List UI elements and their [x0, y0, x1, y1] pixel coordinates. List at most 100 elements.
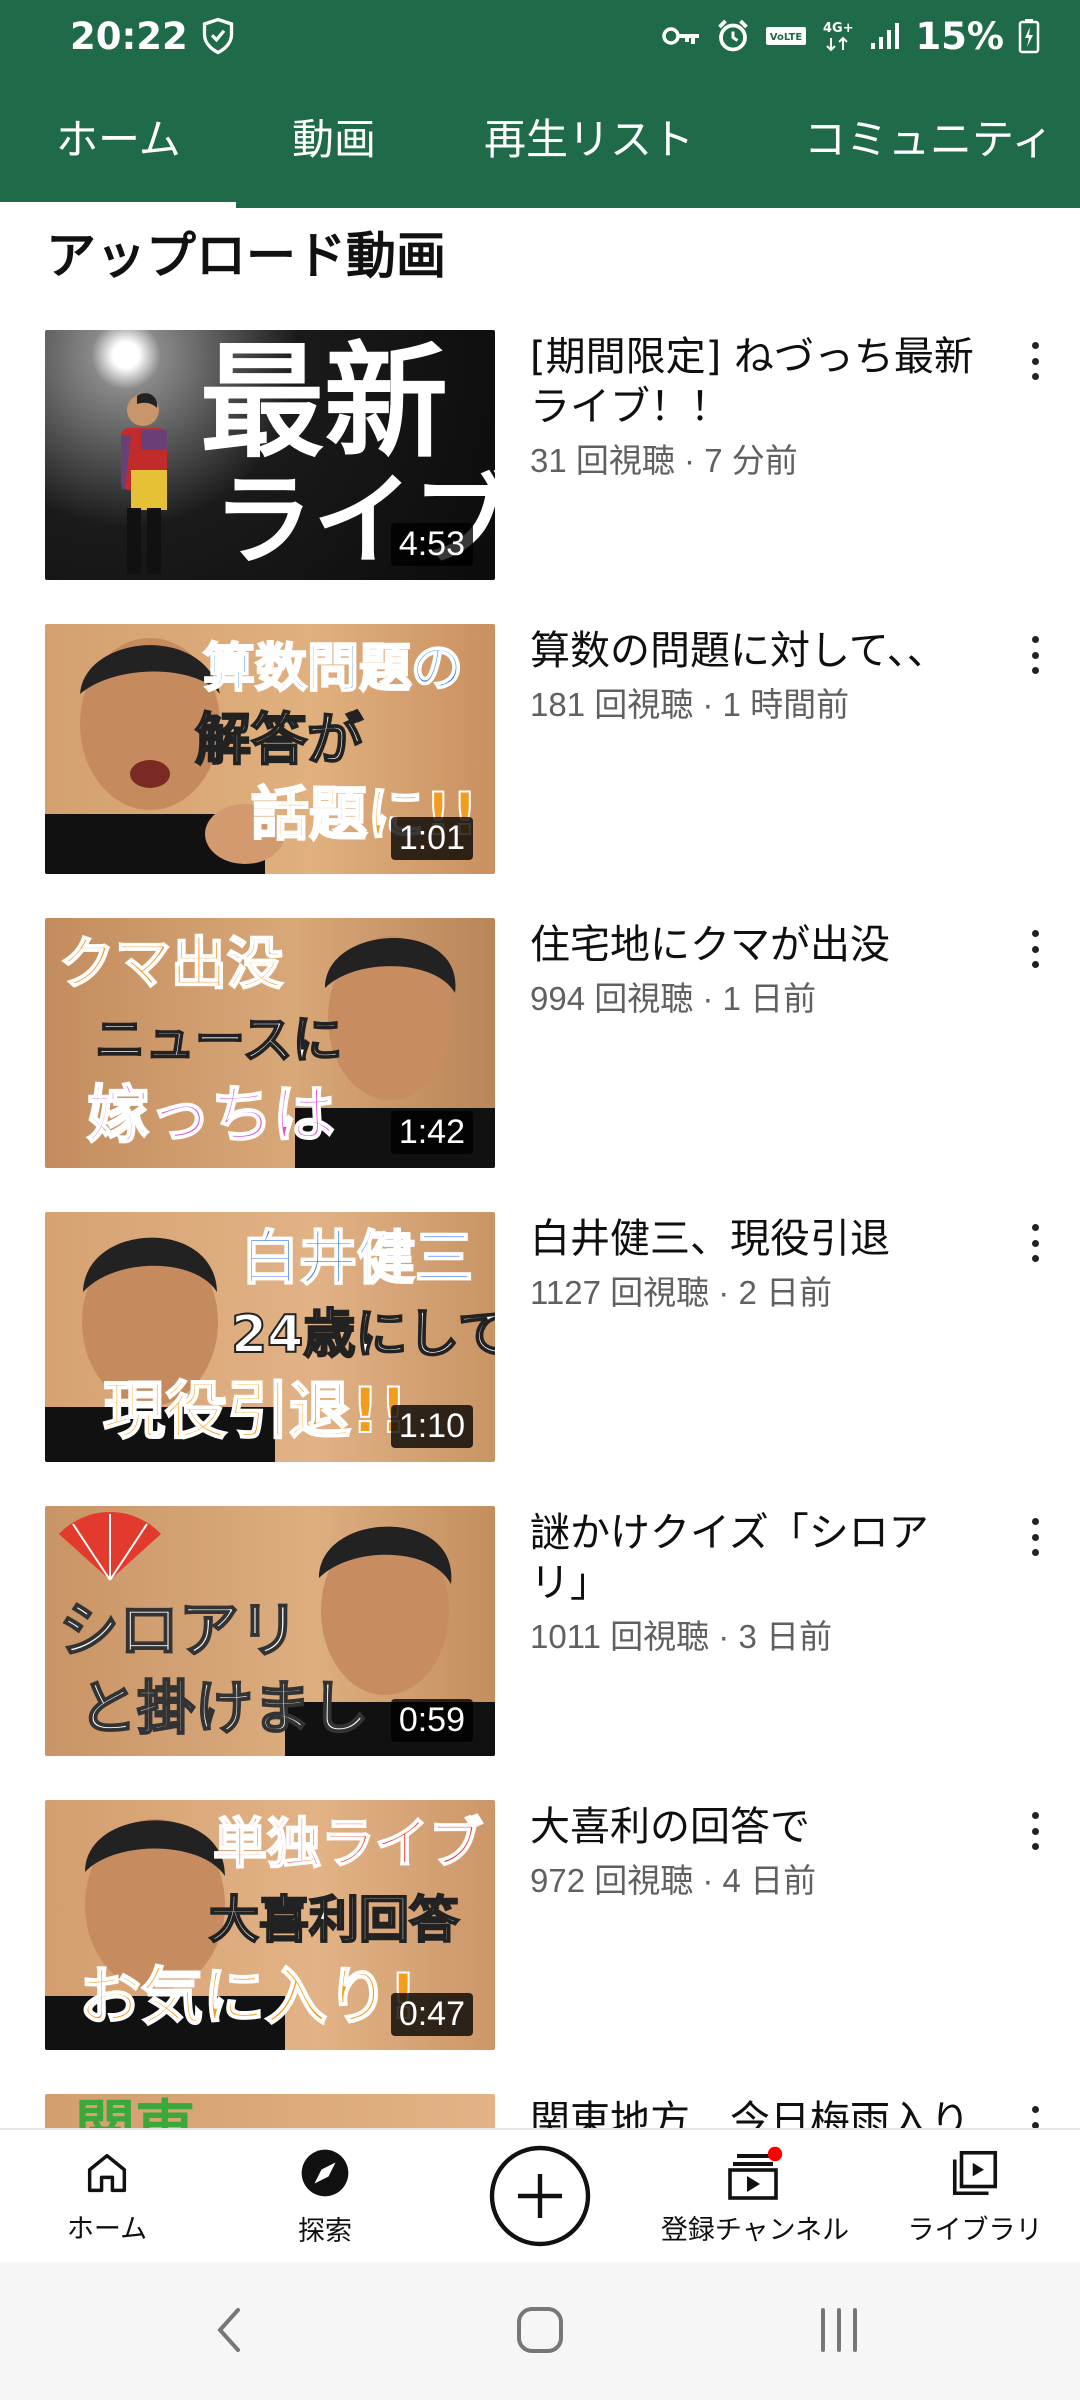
video-thumbnail[interactable]: クマ出没 ニュースに 嫁っちは 1:42	[45, 918, 495, 1168]
video-duration: 1:10	[390, 1405, 473, 1448]
video-item[interactable]: クマ出没 ニュースに 嫁っちは 1:42 住宅地にクマが出没 994 回視聴 ·…	[0, 918, 1080, 1178]
tab-videos[interactable]: 動画	[292, 72, 376, 208]
video-thumbnail[interactable]: 単独ライブ 大喜利回答 お気に入り! 0:47	[45, 1800, 495, 2050]
status-time: 20:22	[70, 14, 188, 58]
home-button-icon[interactable]	[510, 2302, 570, 2358]
video-title[interactable]: 住宅地にクマが出没	[530, 920, 980, 970]
video-views-age: 1127 回視聴 · 2 日前	[530, 1274, 832, 1311]
home-icon	[87, 2153, 127, 2192]
bottom-navigation: ホーム 探索 登録チャンネル ライブラリ	[0, 2128, 1080, 2260]
video-title[interactable]: [期間限定] ねづっち最新 ライブ！！	[530, 332, 980, 432]
nav-library[interactable]: ライブラリ	[895, 2130, 1055, 2262]
thumbnail-caption: 解答が	[194, 708, 364, 773]
add-circle-icon	[489, 2145, 591, 2247]
video-meta: [期間限定] ねづっち最新 ライブ！！ 31 回視聴 · 7 分前	[530, 332, 980, 482]
alarm-icon	[718, 19, 749, 52]
tab-playlists[interactable]: 再生リスト	[484, 72, 694, 208]
video-title[interactable]: 白井健三、現役引退	[530, 1214, 980, 1264]
nav-home[interactable]: ホーム	[42, 2130, 172, 2262]
video-duration: 1:42	[390, 1111, 473, 1154]
video-item[interactable]: 単独ライブ 大喜利回答 お気に入り! 0:47 大喜利の回答で 972 回視聴 …	[0, 1800, 1080, 2060]
back-icon[interactable]	[210, 2302, 250, 2358]
4g-icon: 4G+	[823, 21, 854, 52]
section-title[interactable]: アップロード動画	[46, 216, 446, 288]
more-options-icon[interactable]	[1020, 1808, 1050, 1854]
video-views-age: 181 回視聴 · 1 時間前	[530, 686, 850, 723]
video-views-age: 994 回視聴 · 1 日前	[530, 980, 817, 1017]
thumbnail-caption: シロアリ	[58, 1596, 300, 1666]
thumbnail-caption: ニュースに	[94, 1011, 343, 1069]
video-views-age: 31 回視聴 · 7 分前	[530, 442, 798, 479]
thumbnail-caption: 嫁っちは	[86, 1078, 336, 1151]
video-meta: 白井健三、現役引退 1127 回視聴 · 2 日前	[530, 1214, 980, 1314]
thumbnail-caption: 関東	[75, 2098, 195, 2129]
video-duration: 0:59	[390, 1699, 473, 1742]
nav-subscriptions[interactable]: 登録チャンネル	[650, 2130, 860, 2262]
video-duration: 1:01	[390, 817, 473, 860]
video-item-partial[interactable]: 関東 関東地方 今日梅雨入り	[0, 2094, 1080, 2128]
nav-explore[interactable]: 探索	[260, 2130, 390, 2262]
video-title[interactable]: 謎かけクイズ「シロア リ」	[530, 1508, 980, 1608]
more-options-icon[interactable]	[1020, 1514, 1050, 1560]
more-options-icon[interactable]	[1020, 926, 1050, 972]
tab-community[interactable]: コミュニティ	[804, 72, 1053, 208]
tab-selected-indicator	[0, 202, 236, 208]
subscriptions-icon	[728, 2146, 783, 2200]
nav-explore-label: 探索	[298, 2215, 352, 2247]
video-meta: 謎かけクイズ「シロア リ」 1011 回視聴 · 3 日前	[530, 1508, 980, 1658]
key-icon	[662, 27, 700, 45]
video-views-age: 972 回視聴 · 4 日前	[530, 1862, 817, 1899]
signal-icon	[871, 23, 900, 49]
svg-text:VoLTE: VoLTE	[770, 32, 803, 43]
thumbnail-caption: 現役引退!!	[102, 1374, 409, 1447]
video-duration: 4:53	[390, 523, 473, 566]
tab-home[interactable]: ホーム	[56, 72, 181, 208]
svg-text:4G+: 4G+	[823, 21, 854, 36]
nav-create-button[interactable]	[484, 2130, 596, 2262]
performer-figure	[121, 393, 167, 574]
fan-logo-icon	[59, 1512, 161, 1581]
shield-icon	[202, 17, 233, 55]
nav-home-label: ホーム	[66, 2213, 148, 2245]
thumbnail-caption: と掛けまし	[78, 1674, 370, 1742]
thumbnail-caption: お気に入り!	[78, 1960, 418, 2033]
video-title[interactable]: 関東地方 今日梅雨入り	[530, 2096, 980, 2128]
video-title[interactable]: 大喜利の回答で	[530, 1802, 980, 1852]
video-title[interactable]: 算数の問題に対して、、	[530, 626, 980, 676]
recent-apps-icon[interactable]	[815, 2302, 863, 2358]
system-navigation-bar	[0, 2262, 1080, 2400]
video-item[interactable]: 白井健三 24歳にして 現役引退!! 1:10 白井健三、現役引退 1127 回…	[0, 1212, 1080, 1472]
thumbnail-caption: 大喜利回答	[208, 1891, 460, 1949]
nav-subscriptions-label: 登録チャンネル	[660, 2214, 850, 2246]
status-bar: 20:22 VoLTE 4G+ 15%	[0, 0, 1080, 72]
thumbnail-caption: 単独ライブ	[212, 1812, 484, 1875]
more-options-icon[interactable]	[1020, 338, 1050, 384]
channel-tabs: ホーム 動画 再生リスト コミュニティ	[0, 72, 1080, 208]
library-icon	[952, 2150, 998, 2195]
video-thumbnail[interactable]: 白井健三 24歳にして 現役引退!! 1:10	[45, 1212, 495, 1462]
video-thumbnail[interactable]: シロアリ と掛けまし 0:59	[45, 1506, 495, 1756]
nav-library-label: ライブラリ	[907, 2214, 1043, 2246]
notification-dot	[767, 2146, 783, 2161]
thumbnail-caption: クマ出没	[58, 932, 284, 997]
video-thumbnail[interactable]: 算数問題の 解答が 話題に!! 1:01	[45, 624, 495, 874]
volte-icon: VoLTE	[766, 27, 807, 45]
thumbnail-caption: 24歳にして	[230, 1305, 495, 1365]
video-duration: 0:47	[390, 1993, 473, 2036]
battery-charging-icon	[1018, 19, 1040, 54]
more-options-icon[interactable]	[1020, 632, 1050, 678]
video-item[interactable]: シロアリ と掛けまし 0:59 謎かけクイズ「シロア リ」 1011 回視聴 ·…	[0, 1506, 1080, 1766]
status-icons: VoLTE 4G+ 15%	[661, 15, 1040, 58]
video-item[interactable]: 最新 ライブ 4:53 [期間限定] ねづっち最新 ライブ！！ 31 回視聴 ·…	[0, 330, 1080, 590]
more-options-icon[interactable]	[1020, 2102, 1050, 2128]
video-thumbnail[interactable]: 最新 ライブ 4:53	[45, 330, 495, 580]
video-meta: 住宅地にクマが出没 994 回視聴 · 1 日前	[530, 920, 980, 1020]
more-options-icon[interactable]	[1020, 1220, 1050, 1266]
video-meta: 算数の問題に対して、、 181 回視聴 · 1 時間前	[530, 626, 980, 726]
video-thumbnail[interactable]: 関東	[45, 2094, 495, 2128]
thumbnail-caption: 白井健三	[240, 1224, 474, 1292]
battery-percent: 15%	[915, 14, 1004, 58]
video-meta: 関東地方 今日梅雨入り	[530, 2096, 980, 2128]
video-item[interactable]: 算数問題の 解答が 話題に!! 1:01 算数の問題に対して、、 181 回視聴…	[0, 624, 1080, 884]
thumbnail-caption: 算数問題の	[202, 639, 464, 699]
